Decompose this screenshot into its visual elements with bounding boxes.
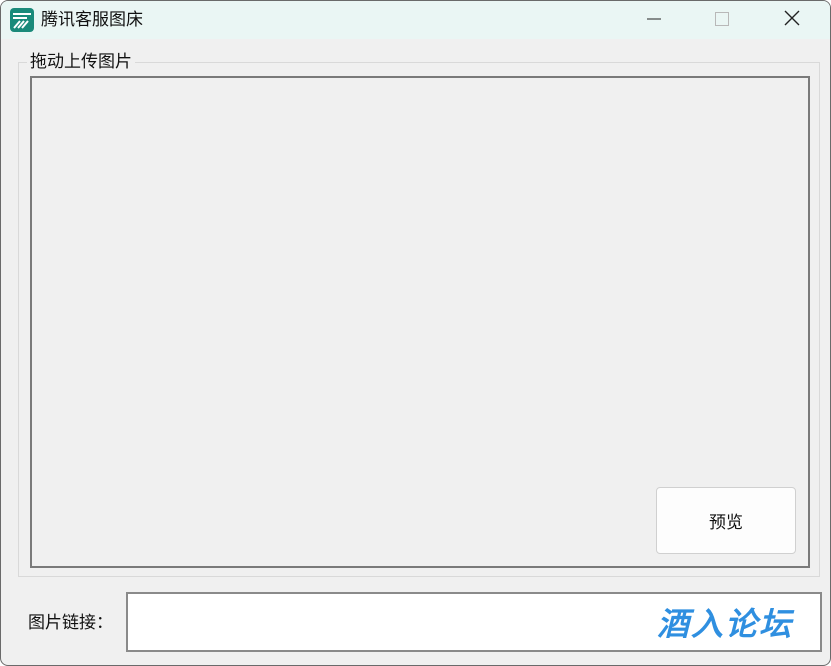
minimize-icon (647, 11, 661, 30)
close-button[interactable] (769, 1, 815, 39)
image-host-icon (10, 8, 34, 32)
title-bar[interactable]: 腾讯客服图床 (1, 1, 830, 39)
minimize-button[interactable] (631, 1, 677, 39)
close-icon (784, 10, 800, 30)
maximize-icon (715, 11, 729, 30)
app-window: 腾讯客服图床 拖动上传图片 预览 图片链接： 酒入论坛 (0, 0, 831, 666)
window-title: 腾讯客服图床 (41, 10, 143, 30)
preview-button-label: 预览 (709, 513, 743, 533)
maximize-button[interactable] (699, 1, 745, 39)
upload-group-legend: 拖动上传图片 (27, 51, 135, 73)
watermark-text: 酒入论坛 (657, 605, 794, 643)
preview-button[interactable]: 预览 (656, 487, 796, 554)
image-link-label: 图片链接： (28, 613, 113, 633)
